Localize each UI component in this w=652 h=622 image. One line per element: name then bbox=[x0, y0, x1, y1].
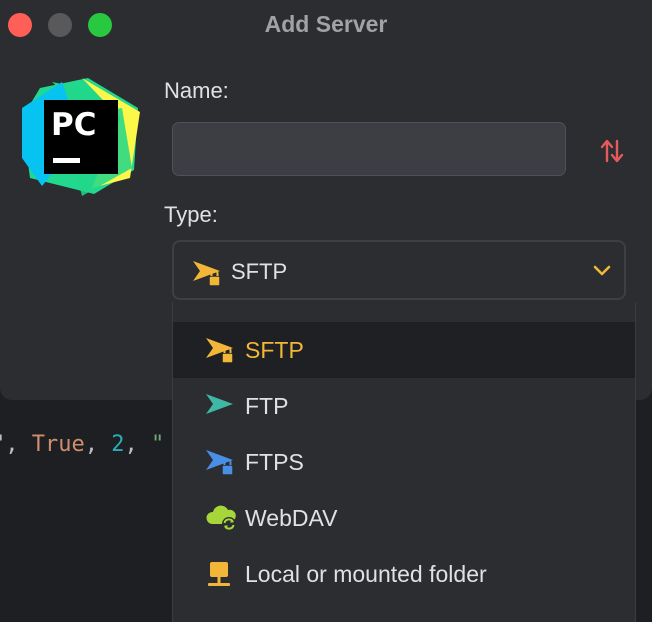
option-label: Local or mounted folder bbox=[245, 561, 487, 587]
option-label: FTPS bbox=[245, 449, 304, 475]
svg-text:PC: PC bbox=[51, 107, 96, 143]
sort-arrows-icon[interactable] bbox=[599, 137, 625, 165]
server-name-input[interactable] bbox=[172, 122, 566, 176]
cloud-sync-icon bbox=[206, 505, 236, 531]
pycharm-logo-icon: PC bbox=[22, 78, 140, 196]
option-label: WebDAV bbox=[245, 505, 338, 531]
sftp-send-lock-icon bbox=[193, 261, 221, 287]
option-label: SFTP bbox=[245, 337, 304, 363]
type-label: Type: bbox=[164, 202, 218, 227]
code-line: ", True, 2, " bbox=[0, 432, 165, 457]
dropdown-option-ftps[interactable]: FTPS bbox=[173, 434, 635, 490]
server-type-dropdown: SFTP FTP FTPS WebDAV Local or mounted fo… bbox=[172, 302, 636, 622]
network-drive-icon bbox=[208, 562, 230, 586]
name-label: Name: bbox=[164, 78, 229, 103]
server-type-select[interactable]: SFTP bbox=[172, 240, 626, 300]
chevron-down-icon[interactable] bbox=[592, 264, 612, 278]
ftps-send-lock-icon bbox=[206, 450, 234, 476]
ftp-send-icon bbox=[206, 394, 233, 414]
option-label: FTP bbox=[245, 393, 289, 419]
dialog-title: Add Server bbox=[264, 11, 388, 37]
title-bar: Add Server bbox=[0, 0, 652, 50]
dropdown-option-sftp[interactable]: SFTP bbox=[173, 322, 635, 378]
dropdown-option-webdav[interactable]: WebDAV bbox=[173, 490, 635, 546]
selected-type-value: SFTP bbox=[231, 259, 288, 284]
sftp-send-lock-icon bbox=[206, 338, 234, 364]
dropdown-option-ftp[interactable]: FTP bbox=[173, 378, 635, 434]
dropdown-option-local-folder[interactable]: Local or mounted folder bbox=[173, 546, 635, 602]
